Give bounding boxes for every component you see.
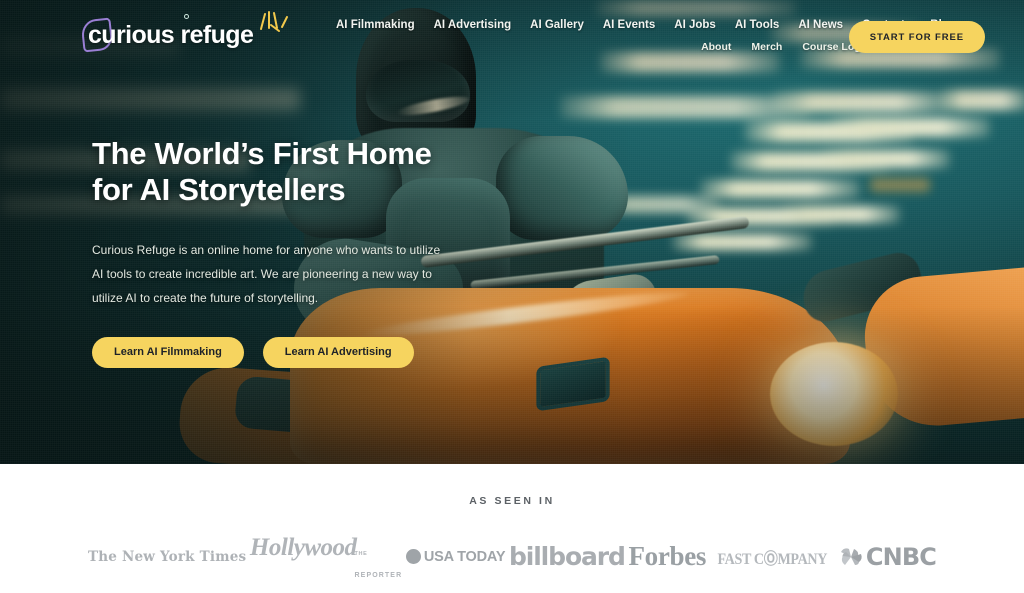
nav-item-about[interactable]: About [701, 41, 731, 53]
nav-item-ai-news[interactable]: AI News [798, 19, 843, 31]
nav-item-merch[interactable]: Merch [751, 41, 782, 53]
site-header: curious refuge AI Filmmaking AI Advertis… [0, 0, 1024, 72]
secondary-navigation: About Merch Course Login [701, 41, 870, 53]
site-logo[interactable]: curious refuge [80, 11, 288, 53]
nav-item-ai-tools[interactable]: AI Tools [735, 19, 780, 31]
logo-text: curious refuge [88, 20, 254, 49]
learn-ai-filmmaking-button[interactable]: Learn AI Filmmaking [92, 336, 244, 368]
nav-item-ai-jobs[interactable]: AI Jobs [674, 19, 716, 31]
as-seen-in-section: AS SEEN IN The New York Times Hollywood … [0, 464, 1024, 593]
logo-fast-company-text: FAST CⓄMPANY [717, 550, 827, 568]
nav-item-ai-filmmaking[interactable]: AI Filmmaking [336, 19, 415, 31]
usa-today-circle-icon [405, 549, 421, 564]
press-logo-row: The New York Times Hollywood THE REPORTE… [0, 534, 1024, 579]
logo-new-york-times-text: The New York Times [88, 548, 247, 565]
logo-hollywood-reporter-sub: REPORTER [354, 572, 403, 579]
hero-content: The World’s First Home for AI Storytelle… [92, 136, 512, 368]
cnbc-peacock-icon [840, 547, 862, 565]
logo-forbes-text: Forbes [628, 541, 707, 571]
page-title: The World’s First Home for AI Storytelle… [92, 136, 512, 208]
logo-billboard-text: billboard [508, 542, 626, 571]
hero-cta-group: Learn AI Filmmaking Learn AI Advertising [92, 336, 512, 368]
logo-fast-company: FAST CⓄMPANY [710, 545, 835, 569]
as-seen-in-label: AS SEEN IN [469, 495, 555, 507]
logo-usa-today-text: USA TODAY [423, 548, 506, 565]
logo-cnbc-text: CNBC [865, 542, 937, 571]
logo-hollywood-reporter: Hollywood THE REPORTER [250, 534, 402, 579]
logo-forbes: Forbes [628, 541, 706, 572]
hero-title-line-1: The World’s First Home [92, 136, 432, 171]
logo-billboard: billboard [508, 542, 626, 571]
start-for-free-button[interactable]: START FOR FREE [848, 21, 985, 53]
logo-hollywood-reporter-text: Hollywood [249, 534, 357, 561]
hero-description: Curious Refuge is an online home for any… [92, 242, 441, 305]
logo-cnbc: CNBC [838, 542, 937, 571]
logo-new-york-times: The New York Times [88, 549, 246, 565]
learn-ai-advertising-button[interactable]: Learn AI Advertising [262, 336, 414, 368]
logo-hollywood-reporter-kicker: THE [354, 551, 368, 557]
sparkle-icon [260, 11, 288, 32]
hero-section: curious refuge AI Filmmaking AI Advertis… [0, 0, 1024, 464]
nav-item-ai-gallery[interactable]: AI Gallery [530, 19, 584, 31]
hero-title-line-2: for AI Storytellers [92, 171, 346, 207]
nav-item-ai-advertising[interactable]: AI Advertising [434, 19, 512, 31]
logo-usa-today: USA TODAY [405, 548, 506, 565]
logo-dot-icon [184, 14, 189, 19]
nav-item-ai-events[interactable]: AI Events [603, 19, 655, 31]
